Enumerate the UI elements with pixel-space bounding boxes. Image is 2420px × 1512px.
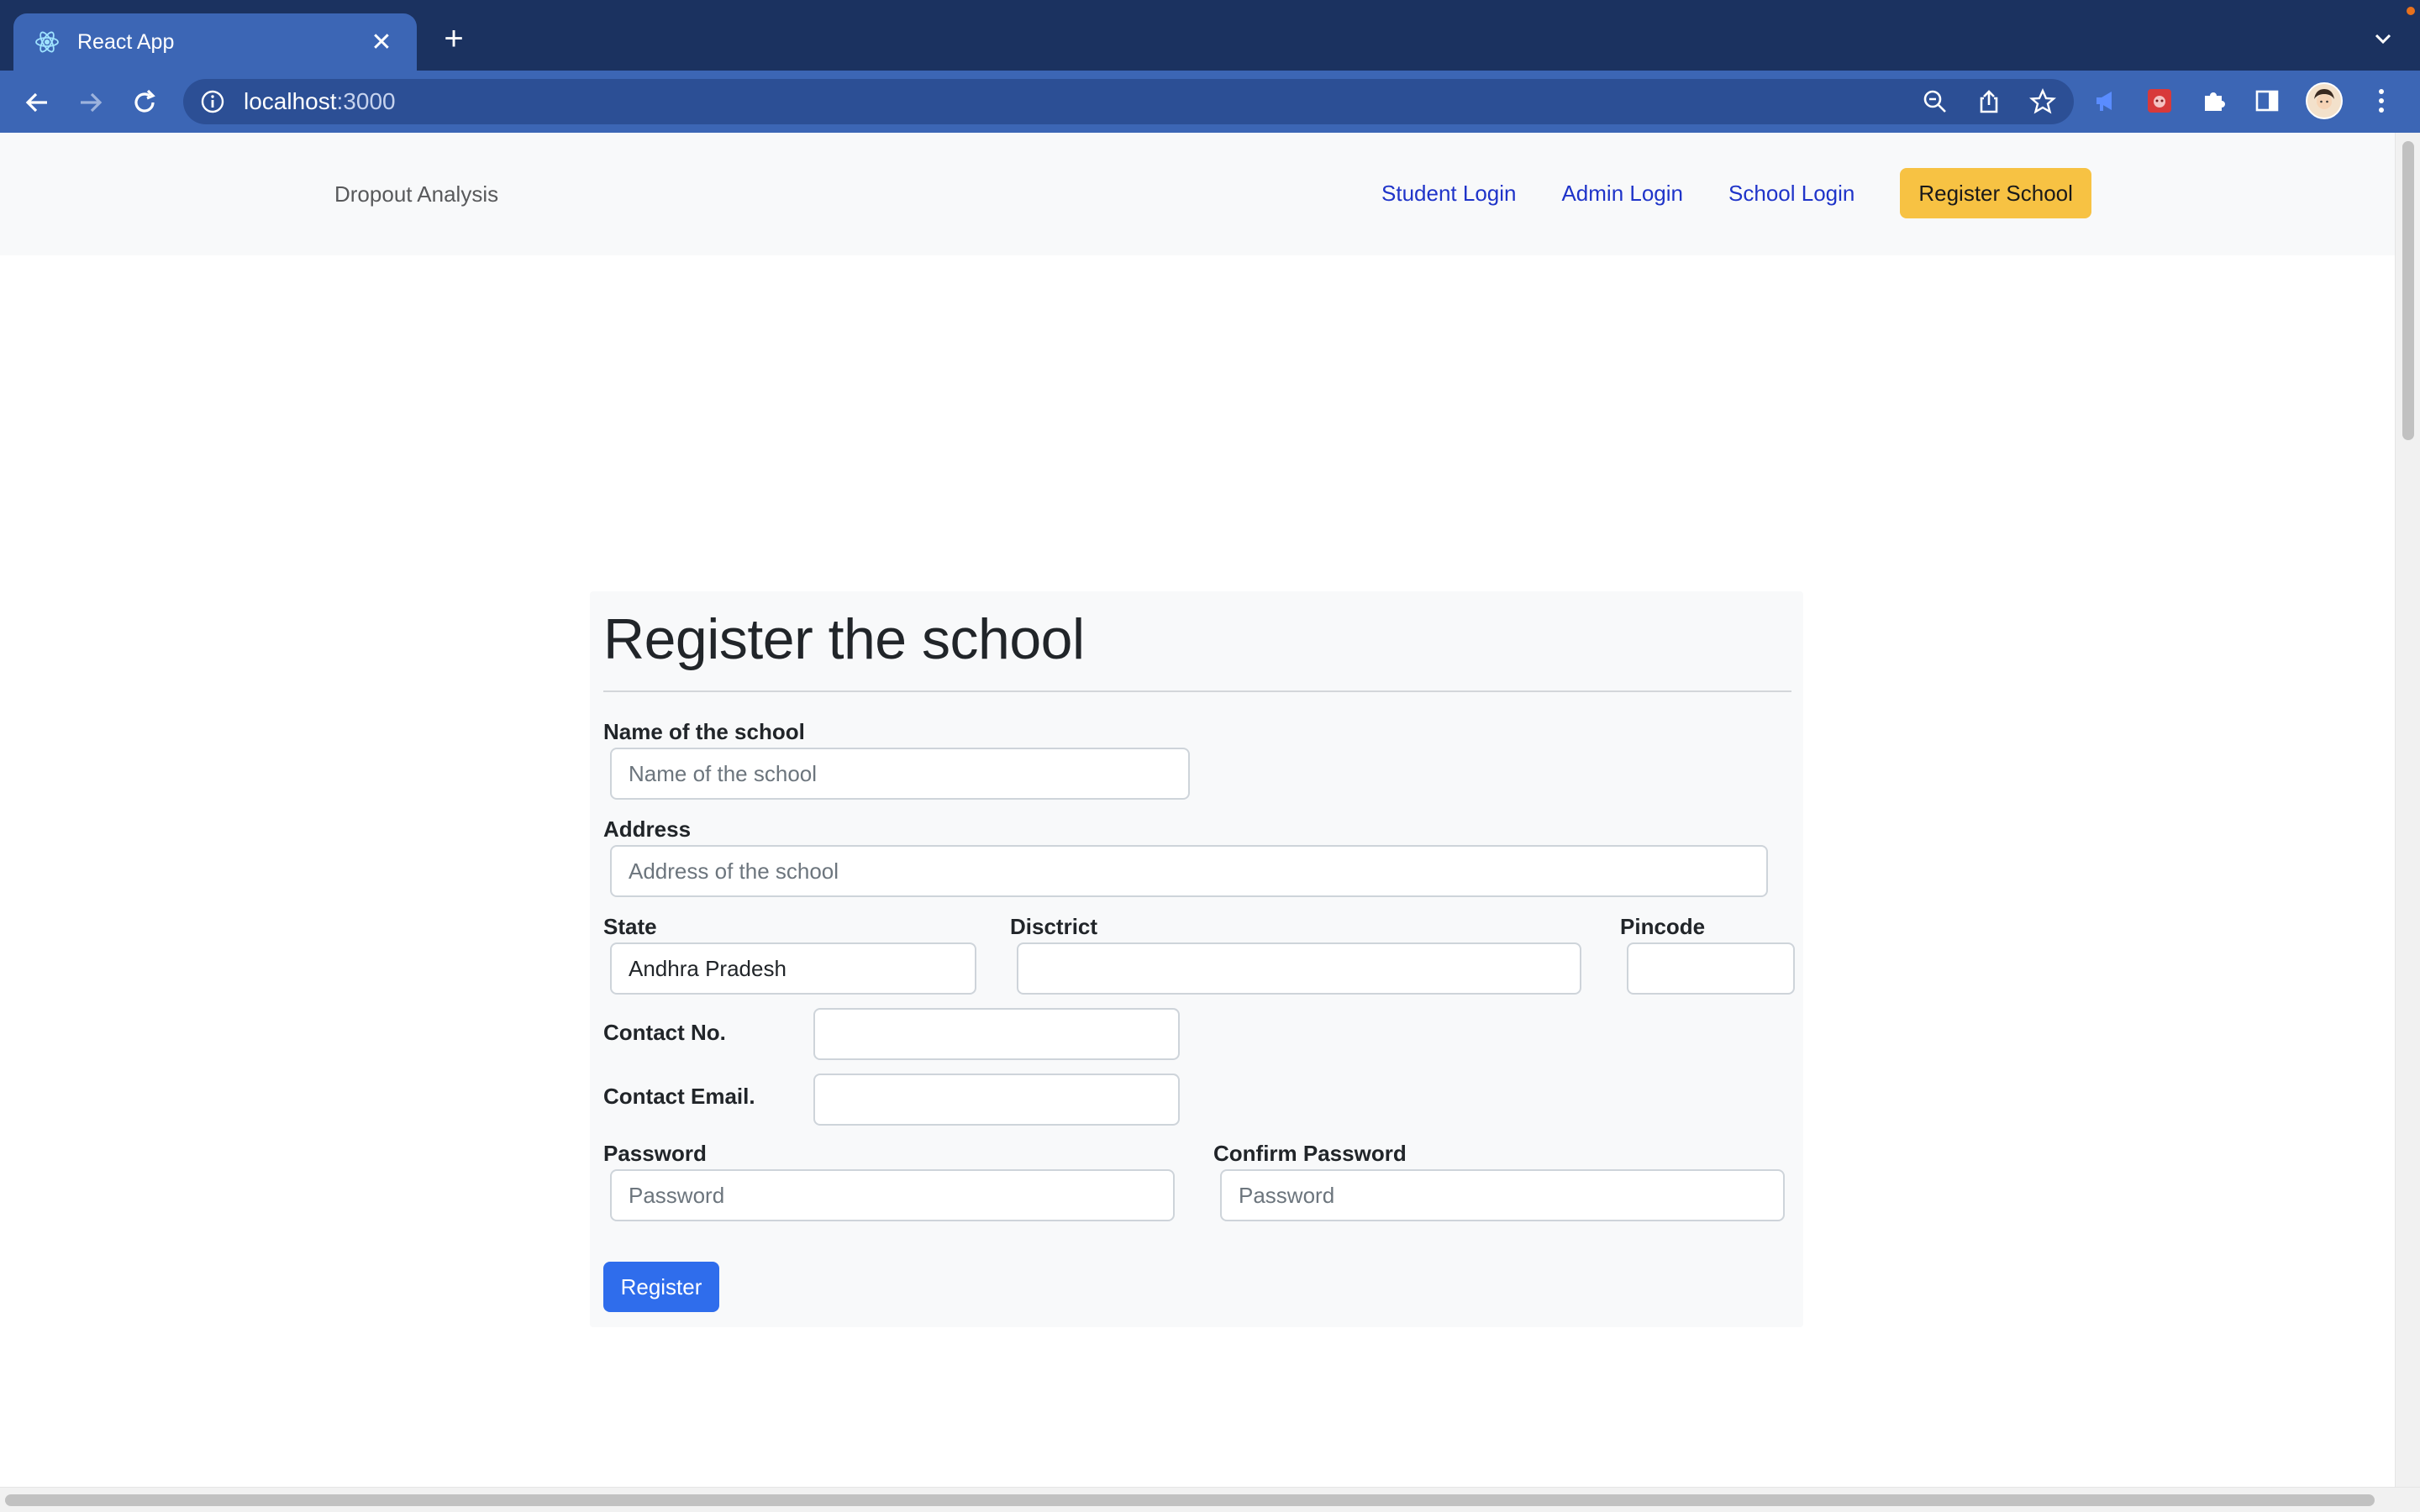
vertical-scrollbar[interactable] xyxy=(2395,133,2420,1487)
tab-title: React App xyxy=(77,29,175,54)
browser-tab-active[interactable]: React App ✕ xyxy=(13,13,417,71)
arrow-left-icon xyxy=(25,92,47,113)
vertical-scroll-thumb[interactable] xyxy=(2402,141,2414,440)
nav-school-login[interactable]: School Login xyxy=(1728,168,1854,218)
register-button[interactable]: Register xyxy=(603,1262,719,1312)
horizontal-scroll-thumb[interactable] xyxy=(5,1494,2375,1506)
side-panel-icon[interactable] xyxy=(2252,82,2282,119)
page-viewport: Dropout Analysis Student Login Admin Log… xyxy=(0,133,2395,1487)
navbar-links: Student Login Admin Login School Login R… xyxy=(1381,168,2091,218)
close-icon[interactable]: ✕ xyxy=(366,27,397,57)
reload-icon xyxy=(134,89,155,113)
confirm-password-label: Confirm Password xyxy=(1213,1141,1407,1166)
nav-admin-login[interactable]: Admin Login xyxy=(1561,168,1683,218)
zoom-out-icon[interactable] xyxy=(1921,87,1949,116)
url-port: :3000 xyxy=(336,88,396,114)
register-school-button[interactable]: Register School xyxy=(1900,168,2091,218)
browser-toolbar: localhost:3000 xyxy=(0,71,2420,133)
url-host: localhost xyxy=(244,88,337,114)
form-divider xyxy=(603,690,1791,692)
info-icon[interactable] xyxy=(200,89,225,114)
address-label: Address xyxy=(603,816,692,842)
password-label: Password xyxy=(603,1141,707,1166)
form-title: Register the school xyxy=(603,607,1085,671)
address-input[interactable] xyxy=(610,845,1768,897)
url-text: localhost:3000 xyxy=(244,88,396,115)
pincode-input[interactable] xyxy=(1627,942,1795,995)
megaphone-extension-icon[interactable] xyxy=(2091,82,2121,119)
forward-button[interactable] xyxy=(74,86,108,119)
new-tab-button[interactable]: + xyxy=(437,22,471,55)
district-input[interactable] xyxy=(1017,942,1581,995)
district-label: Disctrict xyxy=(1010,914,1098,939)
profile-avatar[interactable] xyxy=(2306,82,2343,119)
kebab-menu-icon[interactable] xyxy=(2366,82,2396,119)
site-navbar: Dropout Analysis Student Login Admin Log… xyxy=(0,133,2395,255)
arrow-right-icon xyxy=(81,92,103,113)
pincode-label: Pincode xyxy=(1620,914,1706,939)
share-icon[interactable] xyxy=(1975,87,2003,116)
state-input[interactable] xyxy=(610,942,976,995)
contact-no-input[interactable] xyxy=(813,1008,1180,1060)
star-icon[interactable] xyxy=(2028,87,2057,116)
register-school-form: Register the school Name of the school A… xyxy=(590,591,1803,1327)
extension-red-icon[interactable] xyxy=(2144,82,2175,119)
back-button[interactable] xyxy=(20,86,54,119)
horizontal-scrollbar[interactable] xyxy=(0,1487,2420,1512)
contact-email-label: Contact Email. xyxy=(603,1084,755,1109)
school-name-input[interactable] xyxy=(610,748,1190,800)
school-name-label: Name of the school xyxy=(603,719,805,744)
password-input[interactable] xyxy=(610,1169,1175,1221)
notification-dot xyxy=(2407,7,2415,15)
browser-tab-bar: React App ✕ + xyxy=(0,0,2420,71)
confirm-password-input[interactable] xyxy=(1220,1169,1785,1221)
chevron-down-icon[interactable] xyxy=(2370,25,2396,52)
nav-student-login[interactable]: Student Login xyxy=(1381,168,1516,218)
navbar-brand[interactable]: Dropout Analysis xyxy=(334,181,498,207)
contact-email-input[interactable] xyxy=(813,1074,1180,1126)
address-bar[interactable]: localhost:3000 xyxy=(183,79,2074,124)
contact-no-label: Contact No. xyxy=(603,1020,726,1045)
reload-button[interactable] xyxy=(128,86,161,119)
state-label: State xyxy=(603,914,657,939)
puzzle-icon[interactable] xyxy=(2198,82,2228,119)
react-logo-icon xyxy=(34,29,60,55)
